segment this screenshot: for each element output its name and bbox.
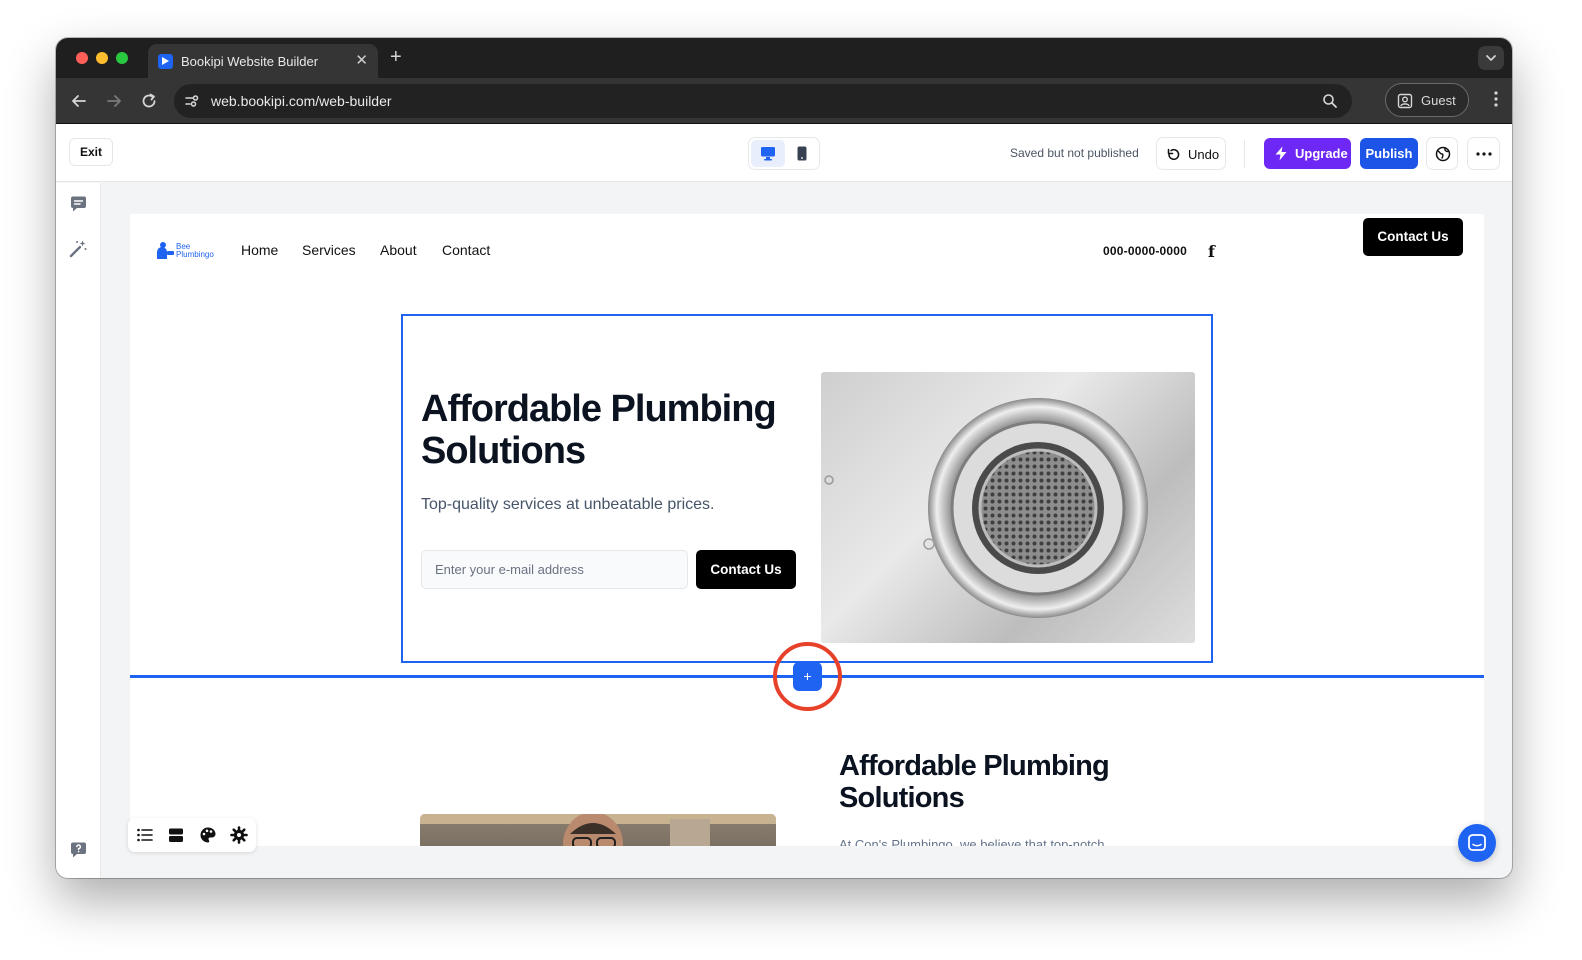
maximize-window-button[interactable] <box>116 52 128 64</box>
site-info-icon[interactable] <box>184 93 200 109</box>
undo-button[interactable]: Undo <box>1156 137 1226 170</box>
mobile-view-button[interactable] <box>787 140 817 167</box>
section2-body[interactable]: At Con's Plumbingo, we believe that top-… <box>839 837 1105 846</box>
magic-wand-icon[interactable] <box>69 239 88 258</box>
nav-link-about[interactable]: About <box>380 242 417 258</box>
more-options-button[interactable] <box>1467 137 1500 170</box>
builder-header: Exit Saved but not published Undo Upgrad… <box>56 124 1512 182</box>
undo-label: Undo <box>1188 147 1220 162</box>
facebook-icon[interactable]: f <box>1208 242 1215 261</box>
sections-icon[interactable] <box>167 826 185 844</box>
tab-title: Bookipi Website Builder <box>181 54 319 69</box>
palette-icon[interactable] <box>199 826 217 844</box>
nav-contact-button[interactable]: Contact Us <box>1363 218 1463 256</box>
back-icon[interactable] <box>68 90 90 112</box>
left-toolbar <box>56 183 101 878</box>
section2-title[interactable]: Affordable Plumbing Solutions <box>839 750 1169 814</box>
profile-label: Guest <box>1421 93 1456 108</box>
highlight-circle <box>773 642 842 711</box>
nav-link-home[interactable]: Home <box>241 242 278 258</box>
list-icon[interactable] <box>136 826 154 844</box>
site-logo[interactable]: Bee Plumbingo <box>156 239 214 263</box>
settings-icon[interactable] <box>230 826 248 844</box>
exit-button[interactable]: Exit <box>69 138 113 166</box>
header-divider <box>1244 140 1245 168</box>
comment-icon[interactable] <box>69 195 88 214</box>
mobile-icon <box>797 146 807 161</box>
url-text: web.bookipi.com/web-builder <box>211 93 392 109</box>
builder-canvas: Bee Plumbingo Home Services About Contact… <box>102 183 1512 846</box>
help-icon[interactable] <box>69 841 88 860</box>
site-settings-button[interactable] <box>1426 137 1458 170</box>
address-bar[interactable]: web.bookipi.com/web-builder <box>174 84 1352 118</box>
device-toggle <box>748 137 820 170</box>
profile-icon <box>1397 93 1413 109</box>
chat-support-button[interactable] <box>1458 824 1496 862</box>
site-page: Bee Plumbingo Home Services About Contact… <box>130 214 1484 846</box>
browser-tab[interactable]: Bookipi Website Builder ✕ <box>148 44 378 78</box>
chat-icon <box>1468 834 1486 851</box>
logo-text: Bee Plumbingo <box>176 243 214 259</box>
bottom-toolbar <box>128 818 256 852</box>
drain-illustration-icon <box>824 398 1148 618</box>
new-tab-icon[interactable]: + <box>390 46 402 69</box>
desktop-icon <box>761 147 775 161</box>
minimize-window-button[interactable] <box>96 52 108 64</box>
globe-icon <box>1435 146 1451 162</box>
forward-icon[interactable] <box>103 90 125 112</box>
browser-window: Bookipi Website Builder ✕ + web.bookipi.… <box>56 38 1512 878</box>
more-icon <box>1476 152 1492 156</box>
email-input[interactable] <box>421 550 688 589</box>
lightning-icon <box>1275 146 1287 161</box>
bookipi-favicon-icon <box>158 54 173 69</box>
tab-search-button[interactable] <box>1478 46 1504 70</box>
phone-number: 000-0000-0000 <box>1103 244 1188 258</box>
save-status: Saved but not published <box>1010 146 1139 160</box>
plumber-photo[interactable] <box>420 814 776 846</box>
chevron-down-icon <box>1486 55 1496 61</box>
desktop-view-button[interactable] <box>751 140 785 167</box>
browser-menu-icon[interactable] <box>1494 91 1498 107</box>
browser-toolbar: web.bookipi.com/web-builder Guest <box>56 78 1512 124</box>
site-navbar: Bee Plumbingo Home Services About Contact… <box>130 214 1484 294</box>
nav-link-contact[interactable]: Contact <box>442 242 490 258</box>
zoom-icon[interactable] <box>1322 93 1338 109</box>
close-tab-icon[interactable]: ✕ <box>355 51 368 69</box>
plumber-illustration-icon <box>420 814 776 846</box>
reload-icon[interactable] <box>138 90 160 112</box>
upgrade-button[interactable]: Upgrade <box>1264 138 1351 169</box>
close-window-button[interactable] <box>76 52 88 64</box>
publish-button[interactable]: Publish <box>1360 138 1418 169</box>
undo-icon <box>1167 148 1180 160</box>
tab-strip: Bookipi Website Builder ✕ + <box>56 38 1512 78</box>
nav-link-services[interactable]: Services <box>302 242 356 258</box>
hero-title[interactable]: Affordable Plumbing Solutions <box>421 388 806 472</box>
logo-mark-icon <box>157 242 174 259</box>
upgrade-label: Upgrade <box>1295 146 1348 161</box>
profile-button[interactable]: Guest <box>1385 83 1469 117</box>
hero-subtitle[interactable]: Top-quality services at unbeatable price… <box>421 496 715 514</box>
hero-contact-button[interactable]: Contact Us <box>696 550 796 589</box>
hero-section-selected[interactable]: Affordable Plumbing Solutions Top-qualit… <box>401 314 1213 663</box>
hero-image-drain[interactable] <box>821 372 1195 643</box>
logo-text-bottom: Plumbingo <box>176 250 214 259</box>
